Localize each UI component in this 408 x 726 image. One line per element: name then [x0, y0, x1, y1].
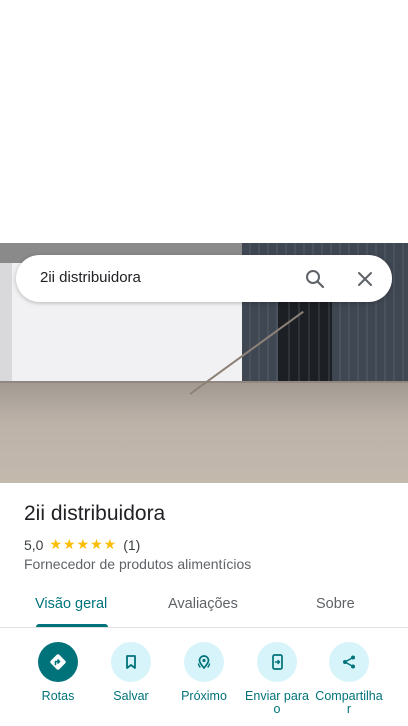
photo-wall-shadow	[0, 263, 12, 387]
directions-label: Rotas	[41, 689, 75, 703]
nearby-label: Próximo	[181, 689, 227, 703]
place-category: Fornecedor de produtos alimentícios	[24, 556, 252, 572]
save-label: Salvar	[113, 689, 149, 703]
share-label: Compartilha r	[315, 689, 383, 716]
send-to-phone-icon[interactable]	[257, 642, 297, 682]
bookmark-icon[interactable]	[111, 642, 151, 682]
rating-stars-icon: ★★★★★	[49, 536, 118, 552]
rating-row[interactable]: 5,0 ★★★★★ (1)	[24, 536, 140, 553]
tab-about[interactable]: Sobre	[316, 596, 355, 612]
rating-value: 5,0	[24, 536, 44, 553]
share-button[interactable]: Compartilha r	[312, 642, 386, 716]
review-count: (1)	[123, 536, 141, 553]
directions-icon[interactable]	[38, 642, 78, 682]
nearby-icon[interactable]	[184, 642, 224, 682]
tab-reviews[interactable]: Avaliações	[168, 596, 238, 612]
photo-gate-bars	[280, 301, 330, 381]
photo-ground	[0, 383, 408, 483]
save-button[interactable]: Salvar	[94, 642, 168, 703]
send-to-phone-button[interactable]: Enviar para o	[240, 642, 314, 716]
share-icon[interactable]	[329, 642, 369, 682]
search-query[interactable]: 2ii distribuidora	[40, 269, 141, 286]
search-icon[interactable]	[303, 267, 327, 291]
directions-button[interactable]: Rotas	[21, 642, 95, 703]
active-tab-indicator	[36, 624, 108, 627]
place-title: 2ii distribuidora	[24, 502, 166, 525]
close-icon[interactable]	[353, 267, 377, 291]
nearby-button[interactable]: Próximo	[167, 642, 241, 703]
tab-overview[interactable]: Visão geral	[35, 596, 107, 612]
tab-bar: Visão geral Avaliações Sobre	[0, 584, 408, 628]
search-bar[interactable]: 2ii distribuidora	[16, 255, 392, 302]
send-to-phone-label: Enviar para o	[245, 689, 309, 716]
